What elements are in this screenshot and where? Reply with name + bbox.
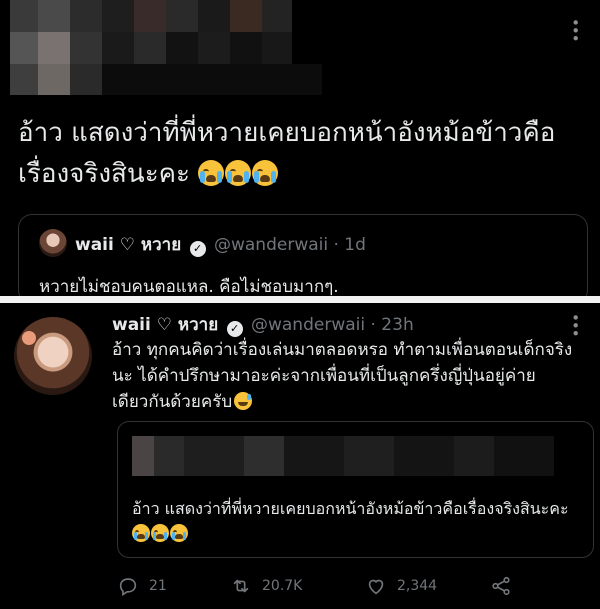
- tweet-text: อ้าว แสดงว่าที่พี่หวายเคยบอกหน้าอังหม้อข…: [18, 113, 588, 195]
- tweet-text-content: อ้าว แสดงว่าที่พี่หวายเคยบอกหน้าอังหม้อข…: [18, 118, 556, 189]
- avatar[interactable]: [14, 317, 92, 395]
- quoted-tweet-text-content: อ้าว แสดงว่าที่พี่หวายเคยบอกหน้าอังหม้อข…: [132, 499, 569, 518]
- display-name[interactable]: waii ♡ หวาย: [75, 235, 181, 255]
- user-handle[interactable]: @wanderwaii: [251, 315, 365, 335]
- loudly-crying-face-emoji: [225, 160, 252, 186]
- loudly-crying-face-emoji: [198, 160, 225, 186]
- loudly-crying-face-emoji: [252, 160, 279, 186]
- bottom-tweet: waii ♡ หวาย ✓ @wanderwaii · 23h ••• อ้าว…: [0, 303, 600, 609]
- heart-icon: [368, 579, 384, 595]
- tweet-header: waii ♡ หวาย ✓ @wanderwaii · 23h: [112, 311, 414, 338]
- share-button[interactable]: [490, 575, 512, 597]
- tweet-text-content: อ้าว ทุกคนคิดว่าเรื่องเล่นมาตลอดหรอ ทำตา…: [112, 340, 573, 412]
- quoted-tweet[interactable]: waii ♡ หวาย ✓ @wanderwaii · 1d หวายไม่ชอ…: [18, 214, 588, 304]
- verified-badge-icon: ✓: [189, 241, 206, 257]
- tweet-text: อ้าว ทุกคนคิดว่าเรื่องเล่นมาตลอดหรอ ทำตา…: [112, 337, 582, 415]
- quoted-tweet[interactable]: อ้าว แสดงว่าที่พี่หวายเคยบอกหน้าอังหม้อข…: [117, 421, 594, 558]
- timestamp[interactable]: · 1d: [334, 235, 366, 255]
- like-count: 2,344: [397, 578, 438, 594]
- timestamp[interactable]: · 23h: [371, 315, 414, 335]
- reply-count: 21: [149, 578, 167, 594]
- reply-icon: [119, 578, 137, 597]
- retweet-button[interactable]: 20.7K: [230, 575, 302, 597]
- retweet-icon: [233, 579, 249, 593]
- like-button[interactable]: 2,344: [365, 575, 437, 597]
- pixelated-quoted-header: [132, 436, 572, 476]
- loudly-crying-face-emoji: [132, 524, 150, 542]
- share-icon: [492, 576, 510, 596]
- display-name[interactable]: waii ♡ หวาย: [112, 315, 218, 335]
- verified-badge-icon: ✓: [226, 321, 243, 337]
- more-vertical-icon[interactable]: •••: [566, 18, 584, 42]
- reply-button[interactable]: 21: [117, 575, 167, 597]
- quoted-tweet-text: อ้าว แสดงว่าที่พี่หวายเคยบอกหน้าอังหม้อข…: [132, 496, 582, 546]
- user-handle[interactable]: @wanderwaii: [214, 235, 328, 255]
- loudly-crying-face-emoji: [151, 524, 169, 542]
- quoted-tweet-header: waii ♡ หวาย ✓ @wanderwaii · 1d: [75, 231, 366, 258]
- screenshot-divider: [0, 296, 600, 303]
- retweet-count: 20.7K: [262, 578, 303, 594]
- top-tweet: ••• อ้าว แสดงว่าที่พี่หวายเคยบอกหน้าอังห…: [0, 0, 600, 304]
- more-vertical-icon[interactable]: •••: [566, 313, 584, 337]
- avatar[interactable]: [39, 229, 67, 257]
- loudly-crying-face-emoji: [170, 524, 188, 542]
- pixelated-header: [10, 0, 322, 95]
- grinning-sweat-emoji: [234, 392, 253, 410]
- tweet-actions: 21 20.7K 2,344: [117, 575, 587, 603]
